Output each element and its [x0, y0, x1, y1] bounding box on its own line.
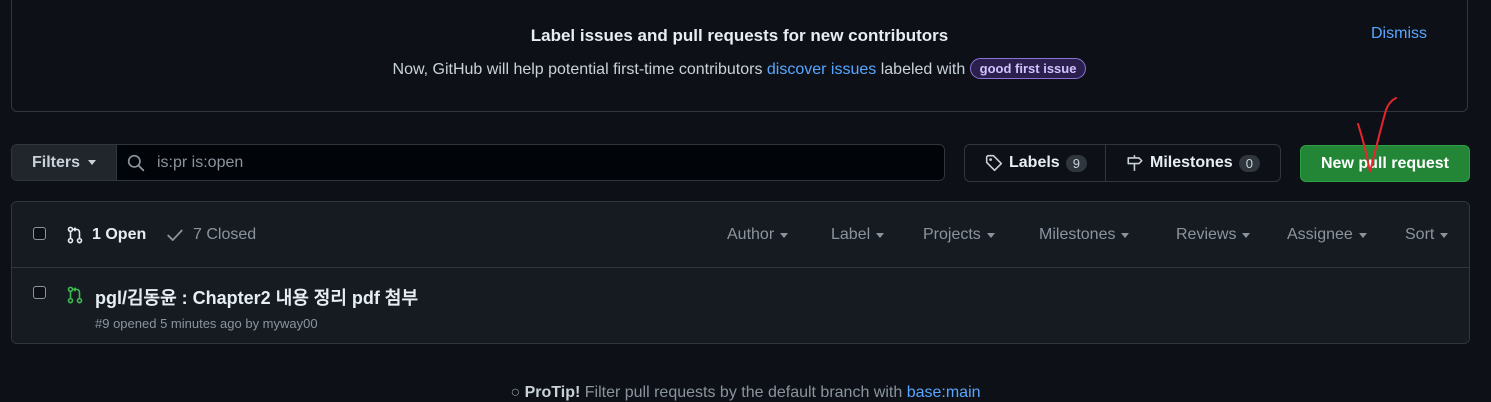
banner-text-after: labeled with	[880, 61, 966, 78]
closed-filter[interactable]: 7 Closed	[166, 226, 256, 244]
git-pull-request-icon	[67, 226, 83, 244]
open-count: 1 Open	[92, 226, 147, 243]
filters-button[interactable]: Filters	[12, 145, 117, 180]
filter-search-group: Filters	[11, 144, 945, 181]
labels-milestones-group: Labels 9 Milestones 0	[964, 144, 1281, 182]
new-contributors-banner: Label issues and pull requests for new c…	[11, 0, 1468, 112]
protip-text: Filter pull requests by the default bran…	[584, 384, 903, 401]
red-check-annotation	[1357, 97, 1397, 173]
protip: ○ ProTip! Filter pull requests by the de…	[0, 384, 1491, 402]
good-first-issue-label[interactable]: good first issue	[969, 58, 1087, 79]
banner-text-before: Now, GitHub will help potential first-ti…	[392, 61, 763, 78]
search-icon	[127, 154, 145, 171]
milestones-label: Milestones	[1150, 154, 1233, 171]
protip-label: ProTip!	[524, 384, 581, 401]
chevron-down-icon	[1242, 232, 1251, 238]
select-all-checkbox[interactable]	[33, 227, 46, 240]
labels-count: 9	[1065, 154, 1087, 172]
labels-button[interactable]: Labels 9	[965, 145, 1105, 181]
dismiss-button[interactable]: Dismiss	[1371, 25, 1427, 43]
search-box[interactable]	[117, 145, 944, 180]
chevron-down-icon	[1121, 232, 1130, 238]
assignee-filter-label: Assignee	[1287, 226, 1353, 243]
closed-count: 7 Closed	[193, 226, 257, 243]
milestones-count: 0	[1238, 154, 1260, 172]
milestone-icon	[1127, 155, 1143, 171]
filters-label: Filters	[31, 153, 80, 171]
banner-title: Label issues and pull requests for new c…	[530, 26, 949, 45]
tag-icon	[985, 154, 1003, 172]
milestones-filter[interactable]: Milestones	[1039, 226, 1130, 244]
projects-filter-label: Projects	[923, 226, 981, 243]
chevron-down-icon	[1440, 232, 1449, 238]
pull-request-meta: #9 opened 5 minutes ago by myway00	[95, 316, 318, 331]
milestones-button[interactable]: Milestones 0	[1105, 145, 1272, 181]
assignee-filter[interactable]: Assignee	[1287, 226, 1367, 244]
pull-request-title[interactable]: pgl/김동윤 : Chapter2 내용 정리 pdf 첨부	[95, 284, 418, 310]
sort-filter[interactable]: Sort	[1405, 226, 1449, 244]
author-filter-label: Author	[727, 226, 775, 243]
list-item[interactable]: pgl/김동윤 : Chapter2 내용 정리 pdf 첨부 #9 opene…	[12, 268, 1469, 343]
label-filter[interactable]: Label	[831, 226, 885, 244]
chevron-down-icon	[986, 232, 995, 238]
list-header: 1 Open 7 Closed Author Label Projects Mi…	[12, 202, 1469, 268]
search-input[interactable]	[155, 152, 859, 173]
chevron-down-icon	[1358, 232, 1367, 238]
banner-text: Now, GitHub will help potential first-ti…	[12, 58, 1467, 79]
label-filter-label: Label	[831, 226, 871, 243]
protip-link[interactable]: base:main	[907, 384, 981, 401]
reviews-filter-label: Reviews	[1176, 226, 1237, 243]
pull-request-list: 1 Open 7 Closed Author Label Projects Mi…	[11, 201, 1470, 344]
light-bulb-icon: ○	[510, 384, 521, 401]
open-filter[interactable]: 1 Open	[66, 226, 146, 244]
check-icon	[167, 229, 183, 241]
chevron-down-icon	[780, 232, 789, 238]
labels-label: Labels	[1009, 154, 1060, 171]
projects-filter[interactable]: Projects	[923, 226, 995, 244]
reviews-filter[interactable]: Reviews	[1176, 226, 1251, 244]
sort-filter-label: Sort	[1405, 226, 1435, 243]
chevron-down-icon	[876, 232, 885, 238]
milestones-filter-label: Milestones	[1039, 226, 1116, 243]
git-pull-request-icon	[67, 286, 83, 304]
discover-issues-link[interactable]: discover issues	[767, 61, 876, 78]
row-checkbox[interactable]	[33, 286, 46, 299]
author-filter[interactable]: Author	[727, 226, 789, 244]
chevron-down-icon	[88, 160, 96, 165]
